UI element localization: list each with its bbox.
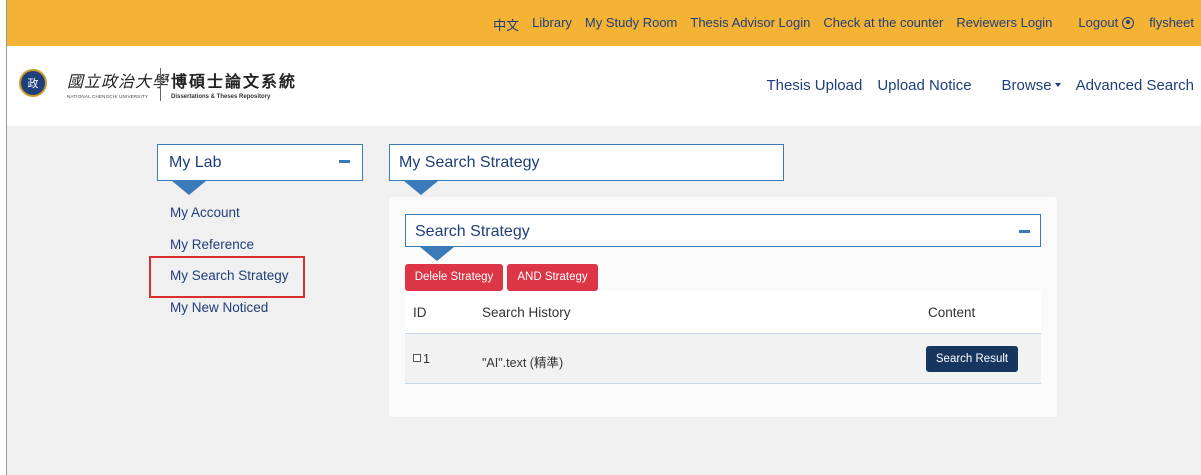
library-link[interactable]: Library [532, 15, 572, 34]
pointer-arrow-icon [172, 181, 206, 195]
my-lab-title: My Lab [169, 154, 222, 171]
my-search-strategy-header: My Search Strategy [389, 144, 784, 195]
highlight-annotation-box [149, 256, 305, 298]
top-links: 中文 Library My Study Room Thesis Advisor … [480, 15, 1194, 34]
collapse-minus-icon[interactable] [1019, 230, 1030, 233]
nav-thesis-upload[interactable]: Thesis Upload [766, 77, 862, 94]
sidebar-item-my-account[interactable]: My Account [170, 205, 289, 237]
pointer-arrow-icon [404, 181, 438, 195]
logout-label: Logout [1078, 15, 1119, 30]
pointer-arrow-icon [420, 247, 454, 261]
repository-logo[interactable]: 博碩士論文系統 Dissertations & Theses Repositor… [171, 68, 297, 100]
table-row: 1 "AI".text (精準) Search Result [405, 334, 1041, 384]
user-icon [1122, 17, 1135, 29]
column-header-content: Content [928, 305, 976, 320]
username: flysheet [1149, 15, 1194, 30]
and-strategy-button[interactable]: AND Strategy [507, 264, 598, 291]
my-lab-panel-header: My Lab [157, 144, 363, 195]
check-at-counter-link[interactable]: Check at the counter [823, 15, 943, 34]
search-strategy-section-header: Search Strategy [405, 214, 1041, 261]
nav-advanced-search[interactable]: Advanced Search [1076, 77, 1194, 94]
search-strategy-table: ID Search History Content 1 "AI".text (精… [405, 291, 1041, 384]
logo-divider [160, 68, 161, 101]
repository-name-cn: 博碩士論文系統 [171, 72, 298, 91]
logout-link[interactable]: Logout flysheet [1065, 15, 1194, 34]
search-result-button[interactable]: Search Result [926, 346, 1018, 372]
column-header-search-history: Search History [482, 305, 571, 320]
row-checkbox[interactable] [413, 354, 421, 362]
university-logo-en: NATIONAL CHENGCHI UNIVERSITY [67, 94, 149, 99]
university-logo-text: 國立政治大學 [67, 72, 170, 91]
nav-browse-label: Browse [1001, 77, 1052, 94]
table-header: ID Search History Content [405, 291, 1041, 334]
row-id: 1 [423, 352, 430, 366]
university-logo[interactable]: 國立政治大學 NATIONAL CHENGCHI UNIVERSITY [67, 68, 169, 99]
repository-name-en: Dissertations & Theses Repository [171, 94, 271, 100]
row-search-history: "AI".text (精準) [482, 356, 564, 370]
page-frame: 中文 Library My Study Room Thesis Advisor … [6, 0, 1201, 475]
collapse-minus-icon[interactable] [339, 160, 350, 163]
sidebar-item-my-new-noticed[interactable]: My New Noticed [170, 300, 289, 332]
delete-strategy-button[interactable]: Delele Strategy [405, 264, 503, 291]
row-id-cell: 1 [413, 352, 430, 366]
university-seal-icon: 政 [19, 69, 47, 97]
top-bar: 中文 Library My Study Room Thesis Advisor … [7, 0, 1201, 46]
section-title: Search Strategy [415, 223, 530, 240]
site-header: 政 國立政治大學 NATIONAL CHENGCHI UNIVERSITY 博碩… [7, 46, 1201, 126]
language-link[interactable]: 中文 [493, 15, 519, 34]
main-nav: Thesis Upload Upload Notice Browse Advan… [751, 77, 1194, 94]
my-study-room-link[interactable]: My Study Room [585, 15, 677, 34]
caret-down-icon [1054, 83, 1061, 87]
reviewers-login-link[interactable]: Reviewers Login [956, 15, 1052, 34]
thesis-advisor-login-link[interactable]: Thesis Advisor Login [690, 15, 810, 34]
nav-browse[interactable]: Browse [987, 77, 1061, 94]
column-header-id: ID [413, 305, 427, 320]
nav-upload-notice[interactable]: Upload Notice [877, 77, 971, 94]
page-title: My Search Strategy [399, 154, 540, 171]
